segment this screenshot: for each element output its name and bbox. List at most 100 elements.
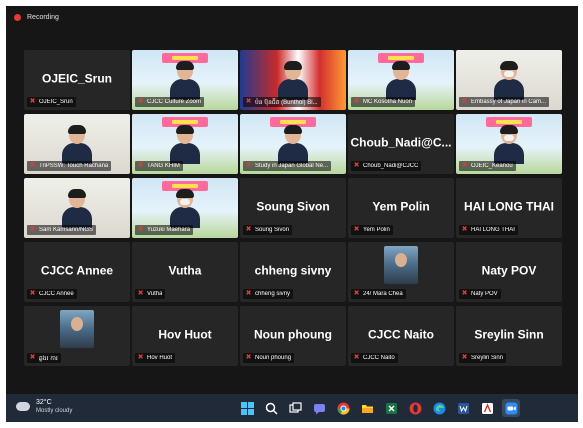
participant-label: ✖ Yem Polin xyxy=(351,225,393,235)
participant-label: ✖ Naty POV xyxy=(459,289,501,299)
participant-video-tile[interactable]: ✖ Yuzuki Maehara xyxy=(132,178,238,238)
mic-muted-icon: ✖ xyxy=(245,226,252,233)
windows-taskbar: 32°C Mostly cloudy xyxy=(6,394,578,422)
participant-tile[interactable]: Sreylin Sinn ✖ Sreylin Sinn xyxy=(456,306,562,366)
acrobat-icon[interactable] xyxy=(478,399,496,417)
participant-tile[interactable]: Choub_Nadi@C... ✖ Choub_Nadi@CJCC xyxy=(348,114,454,174)
record-dot-icon xyxy=(14,13,21,21)
participant-video-tile[interactable]: ✖ Sam Kamsann/NGS xyxy=(24,178,130,238)
mic-muted-icon: ✖ xyxy=(353,226,360,233)
participant-video-tile[interactable]: ✖ TriPSSW: Touch Rachana xyxy=(24,114,130,174)
participant-video-tile[interactable]: ✖ Embassy of Japan in Cam... xyxy=(456,50,562,110)
edge-icon[interactable] xyxy=(430,399,448,417)
participant-name: Noun phoung xyxy=(254,327,332,342)
mic-muted-icon: ✖ xyxy=(29,290,36,297)
participant-tile[interactable]: CJCC Naito ✖ CJCC Naito xyxy=(348,306,454,366)
mic-muted-icon: ✖ xyxy=(461,98,468,105)
participant-label: ✖ CJCC Annee xyxy=(27,289,77,299)
teams-chat-icon[interactable] xyxy=(310,399,328,417)
zoom-icon[interactable] xyxy=(502,399,520,417)
excel-icon[interactable] xyxy=(382,399,400,417)
participant-tile[interactable]: Hov Huot ✖ Hov Huot xyxy=(132,306,238,366)
task-view-icon[interactable] xyxy=(286,399,304,417)
participant-label: ✖ Sreylin Sinn xyxy=(459,353,507,363)
participant-name: HAI LONG THAI xyxy=(464,199,554,214)
participant-figure xyxy=(62,125,92,164)
participant-video-tile[interactable]: ✖ CJCC Culture Zoom xyxy=(132,50,238,110)
participant-label: ✖ CJCC Culture Zoom xyxy=(135,97,205,107)
word-icon[interactable] xyxy=(454,399,472,417)
participant-tile[interactable]: Vutha ✖ Vutha xyxy=(132,242,238,302)
active-speaker-tile[interactable]: ✖ TANG KHIM xyxy=(132,114,238,174)
participant-video-tile[interactable]: ✖ MC Kosotha Nuon xyxy=(348,50,454,110)
chrome-icon[interactable] xyxy=(334,399,352,417)
participant-figure xyxy=(170,61,200,100)
mic-muted-icon: ✖ xyxy=(245,290,252,297)
participant-label: ✖ OJEIC_Srun xyxy=(27,97,76,107)
participant-video-tile[interactable]: ✖ ប៉ន ប៊ុនធីត (Bunthol) Bl... xyxy=(240,50,346,110)
participant-label: ✖ chheng sivny xyxy=(243,289,294,299)
weather-widget[interactable]: 32°C Mostly cloudy xyxy=(16,398,72,415)
mic-muted-icon: ✖ xyxy=(29,354,36,361)
zoom-meeting-window: Recording OJEIC_Srun ✖ OJEIC_Srun ✖ CJCC C… xyxy=(6,6,578,422)
participant-label: ✖ Sam Kamsann/NGS xyxy=(27,225,97,235)
taskbar-apps xyxy=(238,399,520,417)
mic-muted-icon: ✖ xyxy=(245,162,252,169)
participant-name: Hov Huot xyxy=(158,327,212,342)
participant-label: ✖ HAI LONG THAI xyxy=(459,225,518,235)
mic-muted-icon: ✖ xyxy=(353,290,360,297)
participant-name: CJCC Annee xyxy=(40,263,114,278)
participant-video-tile[interactable]: ✖ Study in Japan Global Ne... xyxy=(240,114,346,174)
mic-muted-icon: ✖ xyxy=(353,354,360,361)
file-explorer-icon[interactable] xyxy=(358,399,376,417)
participant-label: ✖ Soung Sivon xyxy=(243,225,293,235)
participant-name: Naty POV xyxy=(481,263,537,278)
mic-muted-icon: ✖ xyxy=(137,98,144,105)
participant-label: ✖ MC Kosotha Nuon xyxy=(351,97,416,107)
participant-figure xyxy=(278,61,308,100)
profile-photo xyxy=(60,310,94,348)
mic-muted-icon: ✖ xyxy=(245,354,252,361)
mic-muted-icon: ✖ xyxy=(29,98,36,105)
windows-start-icon[interactable] xyxy=(238,399,256,417)
participant-tile[interactable]: Yem Polin ✖ Yem Polin xyxy=(348,178,454,238)
mic-muted-icon: ✖ xyxy=(29,162,36,169)
participant-name: Soung Sivon xyxy=(256,199,330,214)
participant-name: Choub_Nadi@C... xyxy=(350,135,452,150)
participant-video-tile[interactable]: ✖ OJEIC_Keanou xyxy=(456,114,562,174)
participant-tile[interactable]: Soung Sivon ✖ Soung Sivon xyxy=(240,178,346,238)
participant-label: ✖ 24/ Mara Chea xyxy=(351,289,406,299)
participant-tile[interactable]: HAI LONG THAI ✖ HAI LONG THAI xyxy=(456,178,562,238)
participant-avatar-tile[interactable]: ✖ ឆ្លងរ ការ xyxy=(24,306,130,366)
participant-avatar-tile[interactable]: ✖ 24/ Mara Chea xyxy=(348,242,454,302)
mic-muted-icon: ✖ xyxy=(137,162,144,169)
recording-indicator[interactable]: Recording xyxy=(6,6,578,28)
mic-muted-icon: ✖ xyxy=(137,354,144,361)
participant-label: ✖ ប៉ន ប៊ុនធីត (Bunthol) Bl... xyxy=(243,97,321,107)
participant-label: ✖ TANG KHIM xyxy=(135,161,183,171)
participant-name: Vutha xyxy=(168,263,202,278)
weather-temperature: 32°C xyxy=(36,399,52,406)
mic-muted-icon: ✖ xyxy=(353,162,360,169)
participant-name: CJCC Naito xyxy=(367,327,434,342)
participant-tile[interactable]: chheng sivny ✖ chheng sivny xyxy=(240,242,346,302)
participant-name: OJEIC_Srun xyxy=(41,71,113,86)
profile-photo xyxy=(384,246,418,284)
participant-tile[interactable]: CJCC Annee ✖ CJCC Annee xyxy=(24,242,130,302)
participant-label: ✖ Embassy of Japan in Cam... xyxy=(459,97,550,107)
participant-label: ✖ TriPSSW: Touch Rachana xyxy=(27,161,112,171)
participant-tile[interactable]: Noun phoung ✖ Noun phoung xyxy=(240,306,346,366)
participant-tile[interactable]: OJEIC_Srun ✖ OJEIC_Srun xyxy=(24,50,130,110)
participant-label: ✖ Noun phoung xyxy=(243,353,295,363)
weather-condition: Mostly cloudy xyxy=(36,408,73,414)
search-icon[interactable] xyxy=(262,399,280,417)
participant-figure xyxy=(278,125,308,164)
participant-label: ✖ ឆ្លងរ ការ xyxy=(27,353,61,363)
participant-label: ✖ CJCC Naito xyxy=(351,353,398,363)
participant-figure xyxy=(62,189,92,228)
mic-muted-icon: ✖ xyxy=(461,162,468,169)
opera-icon[interactable] xyxy=(406,399,424,417)
participant-figure xyxy=(494,61,524,100)
participant-tile[interactable]: Naty POV ✖ Naty POV xyxy=(456,242,562,302)
mic-muted-icon: ✖ xyxy=(137,290,144,297)
